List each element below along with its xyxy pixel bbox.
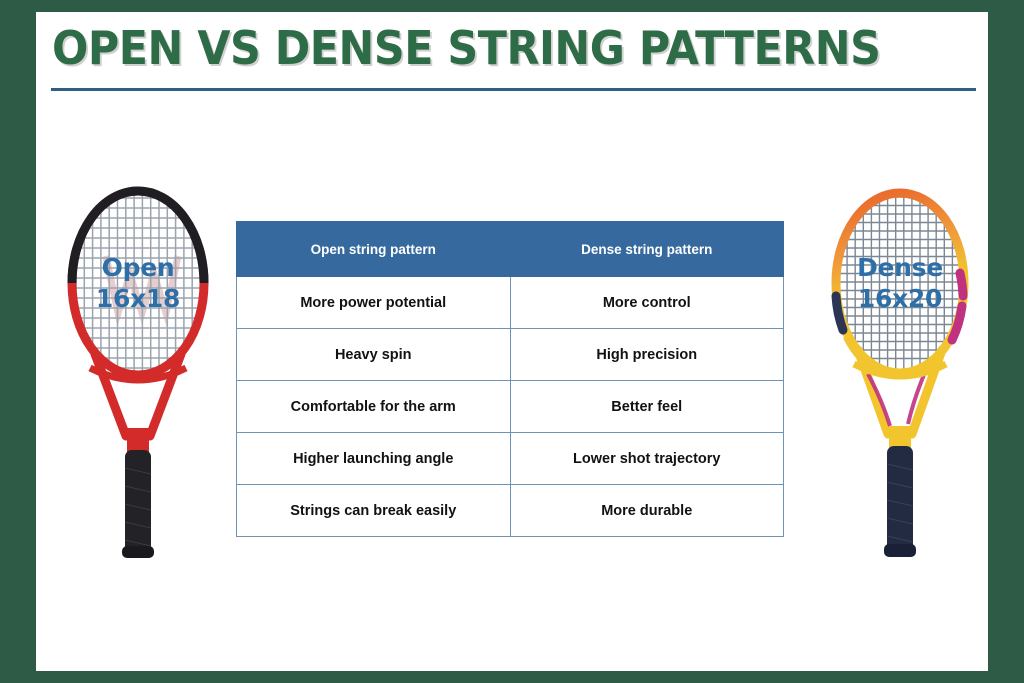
cell-dense-1: More control xyxy=(509,276,784,329)
cell-dense-3: Better feel xyxy=(509,380,784,433)
title-divider-rule xyxy=(51,88,976,91)
table-row: Higher launching angle Lower shot trajec… xyxy=(236,432,784,485)
column-header-open: Open string pattern xyxy=(236,221,511,277)
cell-open-2: Heavy spin xyxy=(236,328,511,381)
racket-open-svg xyxy=(67,186,209,558)
cell-open-5: Strings can break easily xyxy=(236,484,511,537)
table-row: Comfortable for the arm Better feel xyxy=(236,380,784,433)
table-row: Strings can break easily More durable xyxy=(236,484,784,537)
cell-open-3: Comfortable for the arm xyxy=(236,380,511,433)
table-row: More power potential More control xyxy=(236,276,784,329)
racket-dense-svg xyxy=(831,188,969,557)
table-header-row: Open string pattern Dense string pattern xyxy=(236,221,784,277)
infographic-canvas: OPEN VS DENSE STRING PATTERNS Open 16x18… xyxy=(0,0,1024,683)
cell-dense-2: High precision xyxy=(509,328,784,381)
comparison-table: Open string pattern Dense string pattern… xyxy=(236,221,784,537)
table-row: Heavy spin High precision xyxy=(236,328,784,381)
column-header-dense: Dense string pattern xyxy=(509,221,784,277)
racket-dense-illustration: Dense 16x20 xyxy=(810,178,990,568)
page-title: OPEN VS DENSE STRING PATTERNS xyxy=(52,21,881,75)
cell-open-1: More power potential xyxy=(236,276,511,329)
cell-open-4: Higher launching angle xyxy=(236,432,511,485)
racket-open-illustration: Open 16x18 xyxy=(48,178,228,568)
cell-dense-5: More durable xyxy=(509,484,784,537)
cell-dense-4: Lower shot trajectory xyxy=(509,432,784,485)
